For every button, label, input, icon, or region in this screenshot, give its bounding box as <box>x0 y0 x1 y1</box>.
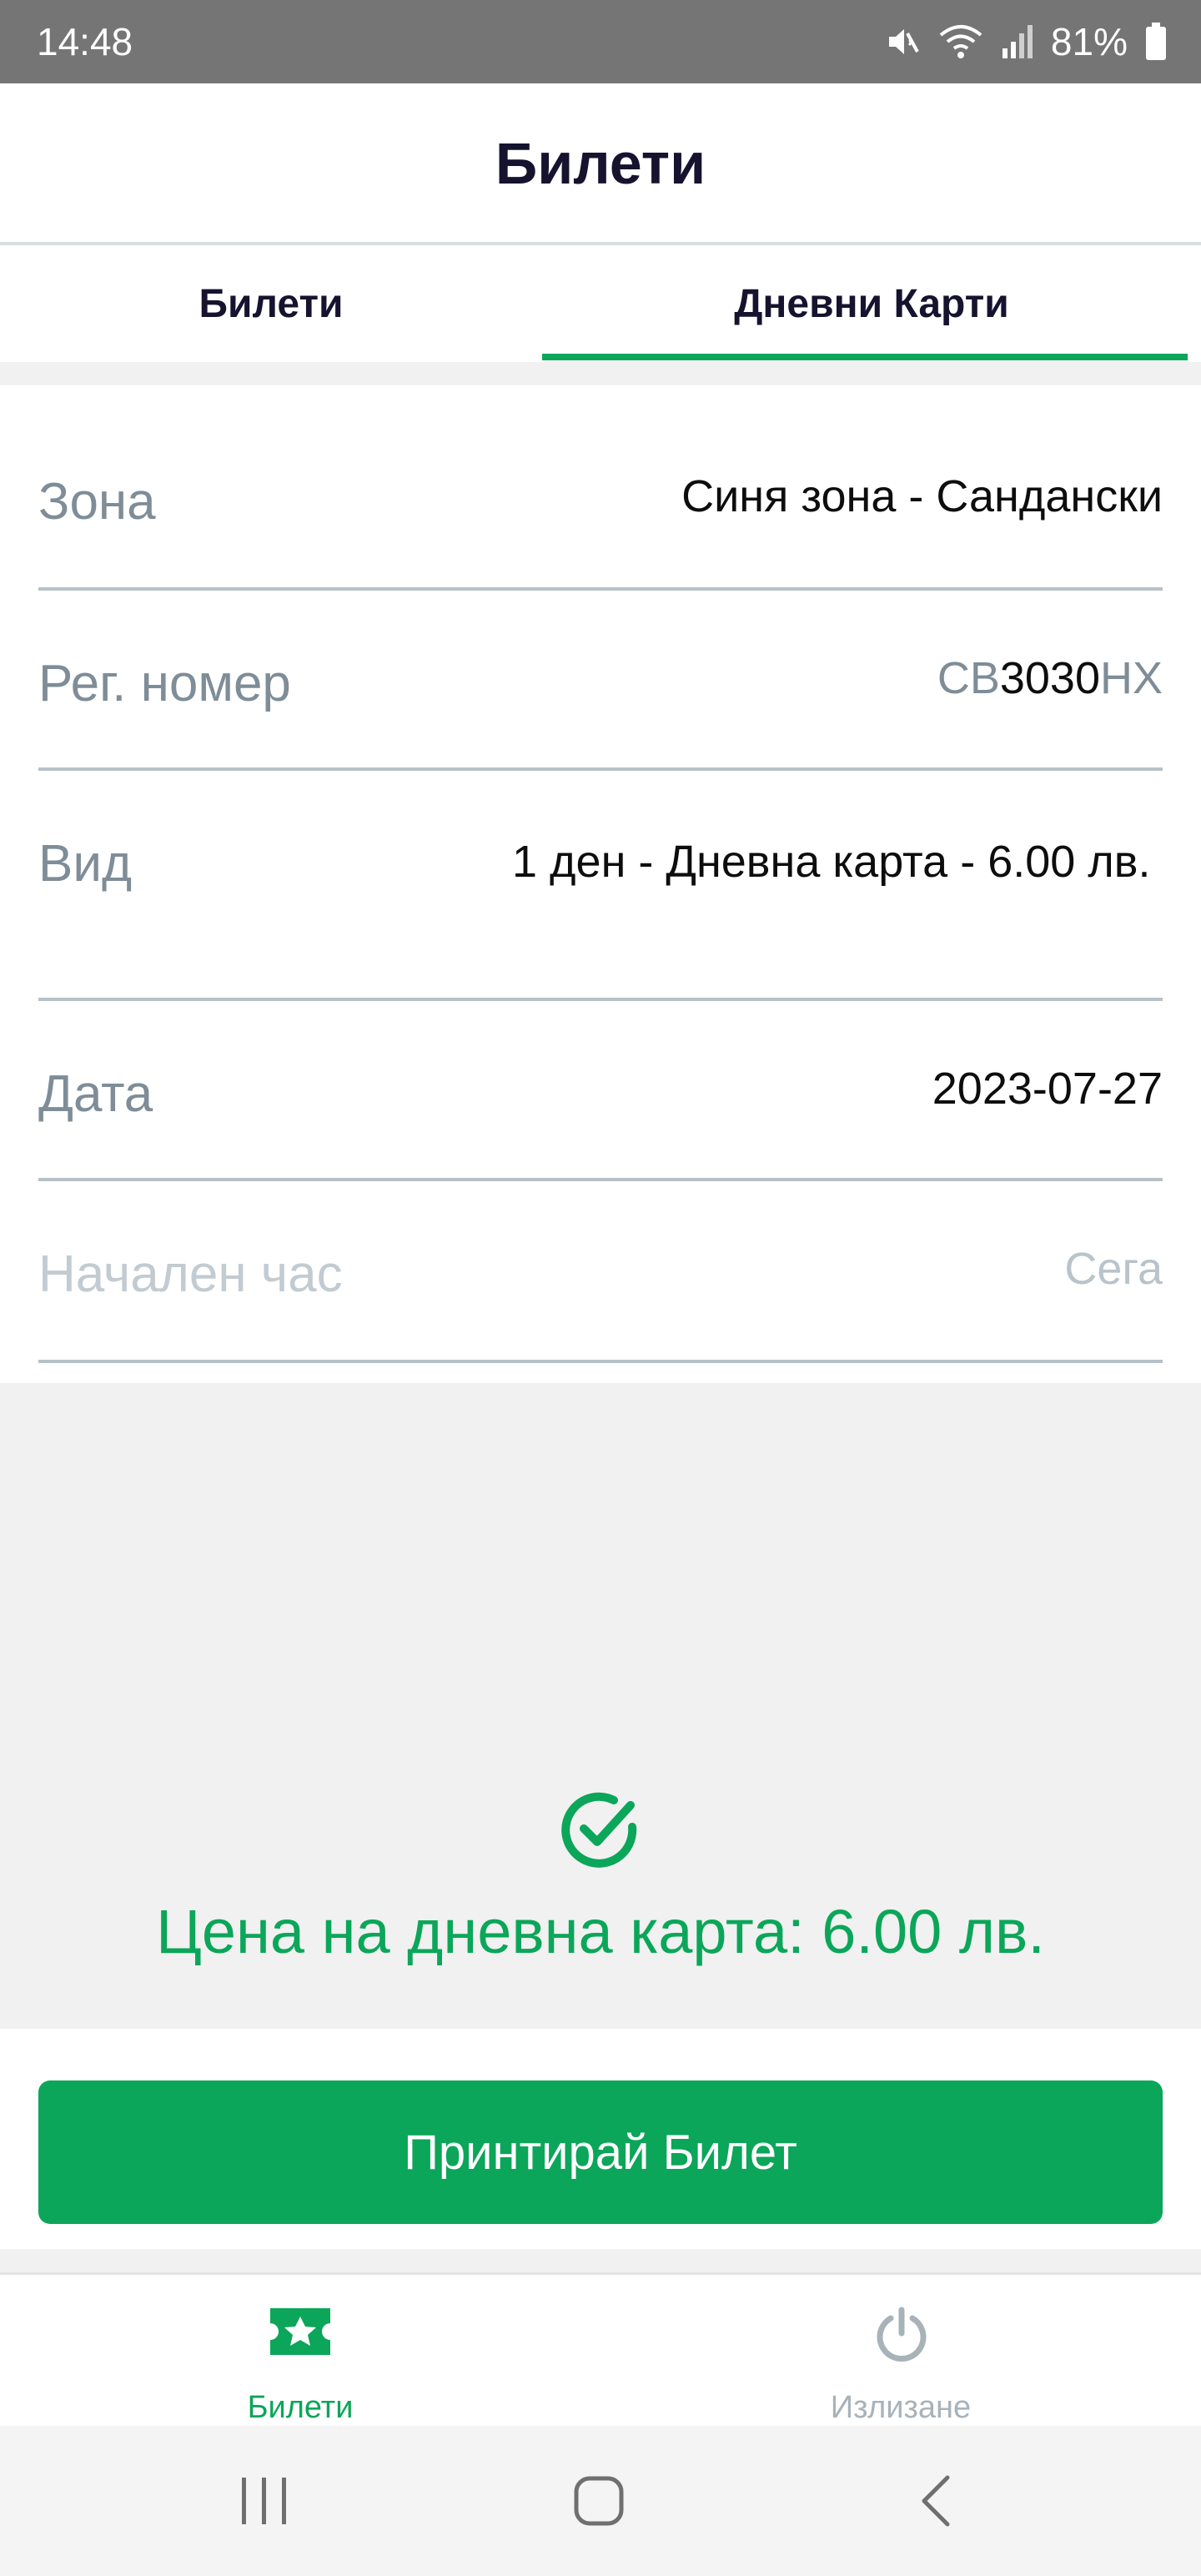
home-icon[interactable] <box>572 2474 626 2532</box>
start-time-label: Начален час <box>38 1245 343 1303</box>
recent-apps-icon[interactable] <box>239 2474 290 2532</box>
price-text: Цена на дневна карта: 6.00 лв. <box>156 1897 1045 1966</box>
date-field[interactable]: Дата 2023-07-27 <box>38 1001 1163 1181</box>
status-icons: 81% <box>884 19 1168 64</box>
print-ticket-button[interactable]: Принтирай Билет <box>38 2080 1163 2224</box>
zone-value: Синя зона - Сандански <box>681 471 1163 521</box>
nav-logout[interactable]: Излизане <box>600 2275 1201 2426</box>
tab-tickets[interactable]: Билети <box>0 245 542 362</box>
page-title: Билети <box>495 131 706 196</box>
active-tab-indicator <box>542 354 1188 360</box>
price-summary: Цена на дневна карта: 6.00 лв. <box>0 1785 1201 1967</box>
system-nav-bar <box>0 2426 1201 2576</box>
reg-number-label: Рег. номер <box>38 655 291 712</box>
type-value: 1 ден - Дневна карта - 6.00 лв. <box>512 837 1151 887</box>
status-time: 14:48 <box>37 20 133 63</box>
reg-number-field[interactable]: Рег. номер СВ3030НХ <box>38 591 1163 771</box>
wifi-icon <box>937 23 984 60</box>
check-circle-icon <box>555 1785 646 1879</box>
plate-suffix: НХ <box>1099 653 1163 703</box>
zone-label: Зона <box>38 473 156 531</box>
date-value: 2023-07-27 <box>932 1064 1163 1114</box>
status-bar: 14:48 81% <box>0 0 1201 83</box>
tab-bar: Билети Дневни Карти <box>0 245 1201 362</box>
plate-digits: 3030 <box>999 653 1100 703</box>
action-panel: Принтирай Билет <box>0 2029 1201 2249</box>
plate-prefix: СВ <box>937 653 1000 703</box>
nav-logout-label: Излизане <box>830 2390 972 2425</box>
ticket-form: Зона Синя зона - Сандански Рег. номер СВ… <box>0 385 1201 1383</box>
type-label: Вид <box>38 835 133 893</box>
battery-percent: 81% <box>1050 20 1128 63</box>
power-icon <box>872 2305 931 2367</box>
type-field[interactable]: Вид 1 ден - Дневна карта - 6.00 лв. <box>38 771 1163 1001</box>
date-label: Дата <box>38 1065 153 1123</box>
signal-icon <box>1001 23 1034 60</box>
app-header: Билети <box>0 83 1201 244</box>
zone-field[interactable]: Зона Синя зона - Сандански <box>38 385 1163 591</box>
back-icon[interactable] <box>916 2474 956 2532</box>
start-time-value: Сега <box>1064 1244 1163 1294</box>
ticket-star-icon <box>267 2305 334 2362</box>
bottom-nav: Билети Излизане <box>0 2272 1201 2426</box>
tab-day-cards[interactable]: Дневни Карти <box>542 245 1201 362</box>
battery-icon <box>1144 23 1168 61</box>
reg-number-value: СВ3030НХ <box>937 652 1163 704</box>
start-time-field: Начален час Сега <box>38 1181 1163 1363</box>
mute-icon <box>884 23 921 60</box>
